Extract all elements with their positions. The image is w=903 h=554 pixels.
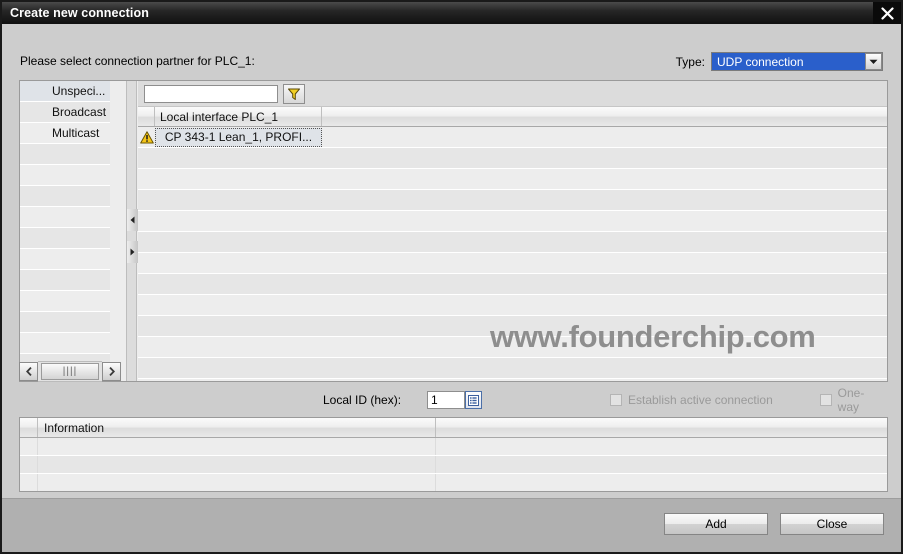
partner-list-item: [20, 144, 110, 165]
table-row[interactable]: CP 343-1 Lean_1, PROFI...: [138, 127, 887, 148]
interface-table-header-spacer: [322, 107, 887, 126]
watermark-text: www.founderchip.com: [490, 319, 816, 354]
create-new-connection-dialog: Create new connection Please select conn…: [0, 0, 903, 554]
information-header-icon-col: [20, 418, 38, 437]
caret-right-icon: [130, 248, 135, 256]
information-row-icon: [20, 474, 38, 491]
partner-list-hscrollbar[interactable]: ||||: [19, 361, 121, 382]
local-id-input[interactable]: [427, 391, 465, 409]
information-row: [20, 474, 887, 491]
table-row: [138, 190, 887, 211]
close-button[interactable]: [873, 2, 901, 24]
connection-partner-panel: Unspeci... Broadcast Multicast Local int…: [19, 80, 888, 382]
connection-type-group: Type: UDP connection: [676, 52, 883, 71]
local-id-label: Local ID (hex):: [323, 393, 402, 407]
information-row-text: [38, 456, 436, 473]
interface-table-header-icon-col: [138, 107, 155, 126]
interface-row-label[interactable]: CP 343-1 Lean_1, PROFI...: [155, 127, 322, 147]
filter-bar: [138, 81, 887, 107]
window-title: Create new connection: [10, 6, 149, 20]
caret-left-icon: [130, 216, 135, 224]
partner-list-item: [20, 312, 110, 333]
table-row: [138, 169, 887, 190]
partner-list-item-unspecified[interactable]: Unspeci...: [20, 81, 110, 102]
partner-list-item: [20, 186, 110, 207]
add-button[interactable]: Add: [664, 513, 768, 535]
connection-type-select[interactable]: UDP connection: [711, 52, 883, 71]
checkbox-box[interactable]: [610, 394, 622, 406]
partner-list-item: [20, 291, 110, 312]
information-table: Information: [19, 417, 888, 492]
interface-table-header-label: Local interface PLC_1: [155, 107, 322, 126]
information-row-text: [38, 474, 436, 491]
partner-list-item: [20, 333, 110, 354]
partner-list-item-label: Multicast: [52, 126, 100, 140]
one-way-checkbox[interactable]: One-way: [820, 386, 884, 414]
splitter-collapse-right-button[interactable]: [127, 241, 138, 263]
splitter-collapse-left-button[interactable]: [127, 209, 138, 231]
information-header-spacer: [436, 418, 887, 437]
partner-list-item-multicast[interactable]: Multicast: [20, 123, 110, 144]
partner-list[interactable]: Unspeci... Broadcast Multicast: [20, 81, 110, 381]
scroll-track[interactable]: ||||: [38, 361, 102, 382]
panel-splitter[interactable]: [126, 81, 138, 381]
partner-list-item: [20, 207, 110, 228]
information-row: [20, 438, 887, 456]
establish-active-connection-checkbox[interactable]: Establish active connection: [610, 393, 773, 407]
filter-input[interactable]: [144, 84, 278, 103]
scroll-left-button[interactable]: [19, 362, 38, 381]
type-label: Type:: [675, 54, 705, 69]
one-way-label: One-way: [837, 386, 865, 414]
warning-triangle-icon: [139, 130, 154, 143]
establish-active-connection-label: Establish active connection: [628, 393, 773, 407]
table-row: [138, 148, 887, 169]
dialog-footer: Add Close: [2, 498, 901, 552]
information-row-text: [38, 438, 436, 455]
partner-list-item-broadcast[interactable]: Broadcast: [20, 102, 110, 123]
connection-type-value: UDP connection: [717, 54, 804, 69]
partner-list-item: [20, 165, 110, 186]
prompt-text: Please select connection partner for PLC…: [20, 54, 255, 68]
table-row: [138, 232, 887, 253]
partner-list-item: [20, 270, 110, 291]
information-header-label: Information: [38, 418, 436, 437]
connection-options-row: Local ID (hex): Establish active connect…: [19, 386, 884, 414]
table-row: [138, 295, 887, 316]
scroll-right-button[interactable]: [102, 362, 121, 381]
partner-list-rows: Unspeci... Broadcast Multicast: [20, 81, 110, 381]
scroll-thumb[interactable]: ||||: [41, 363, 99, 380]
row-status-cell: [138, 127, 155, 147]
chevron-left-icon: [25, 367, 32, 376]
partner-list-item: [20, 228, 110, 249]
interface-table-header: Local interface PLC_1: [138, 107, 887, 127]
table-row: [138, 274, 887, 295]
table-row: [138, 253, 887, 274]
information-row: [20, 456, 887, 474]
partner-list-item-label: Unspeci...: [52, 84, 106, 98]
partner-list-item: [20, 249, 110, 270]
scroll-grip: ||||: [62, 366, 78, 377]
close-icon: [880, 6, 894, 20]
checkbox-box[interactable]: [820, 394, 832, 406]
chevron-right-icon: [108, 367, 115, 376]
chevron-down-icon[interactable]: [865, 53, 882, 70]
chevron-down-glyph: [869, 59, 878, 64]
local-id-picker-button[interactable]: [465, 391, 482, 409]
partner-list-item-label: Broadcast: [52, 105, 107, 119]
information-row-icon: [20, 438, 38, 455]
information-row-icon: [20, 456, 38, 473]
close-dialog-button[interactable]: Close: [780, 513, 884, 535]
list-picker-icon: [468, 394, 479, 406]
filter-button[interactable]: [283, 83, 305, 104]
table-row: [138, 211, 887, 232]
interface-table-pane: Local interface PLC_1 CP 343-1 Lean_1, P…: [138, 81, 887, 381]
information-table-header: Information: [20, 418, 887, 438]
table-row: [138, 358, 887, 379]
title-bar: Create new connection: [2, 2, 901, 24]
funnel-filter-icon: [288, 88, 300, 100]
